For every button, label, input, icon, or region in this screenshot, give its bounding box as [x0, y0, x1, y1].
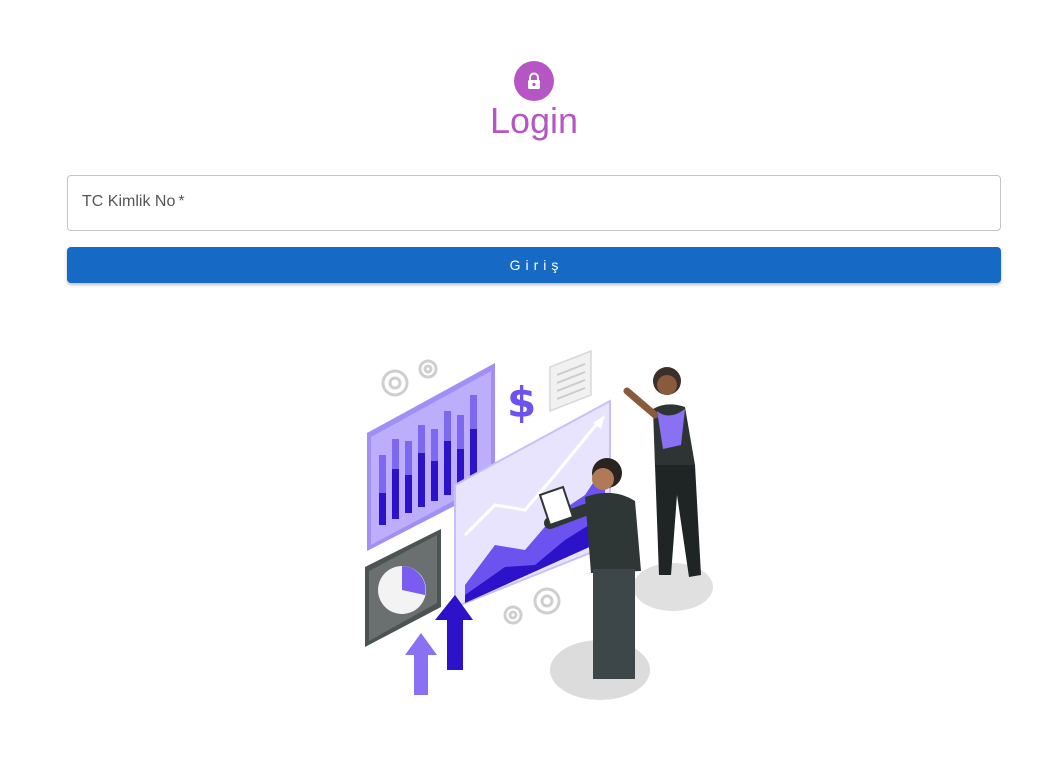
- tc-kimlik-input[interactable]: [68, 176, 1000, 230]
- page-title: Login: [489, 100, 579, 141]
- lock-avatar: [514, 61, 554, 101]
- man-figure: [538, 458, 650, 700]
- pie-chart-panel: [365, 529, 441, 647]
- tc-kimlik-field[interactable]: TC Kimlik No *: [67, 175, 1001, 231]
- lock-icon: [528, 72, 540, 89]
- document-icon: [549, 349, 592, 413]
- login-button[interactable]: Giriş: [67, 247, 1001, 283]
- woman-figure: [623, 367, 713, 611]
- dollar-icon: $: [507, 378, 536, 427]
- business-analytics-illustration: $: [365, 349, 713, 700]
